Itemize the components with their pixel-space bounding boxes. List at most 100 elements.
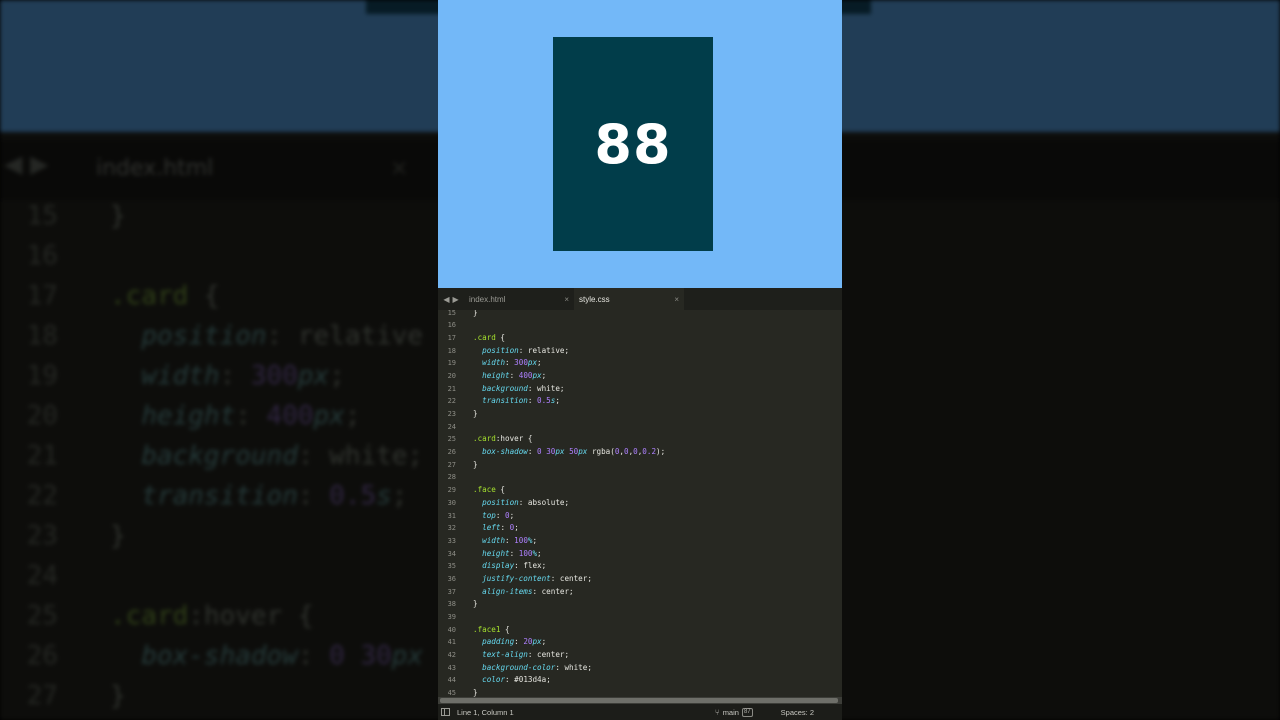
code-code-token: .card xyxy=(473,434,496,444)
code-code-token: ; xyxy=(564,650,570,660)
code-line: 18 position: relative; xyxy=(438,345,842,358)
close-icon[interactable]: × xyxy=(674,295,679,304)
code-code-token: box-shadow xyxy=(482,447,528,457)
code-line-number: 15 xyxy=(447,310,456,317)
code-line: 44 color: #013d4a; xyxy=(438,674,842,687)
code-code-token: : xyxy=(514,561,524,571)
code-code-token: ; xyxy=(559,383,565,393)
code-line: 33 width: 100%; xyxy=(438,535,842,548)
code-code-token: : xyxy=(527,447,538,457)
code-code-token: ; xyxy=(541,637,547,647)
code-code-token: { xyxy=(500,624,510,634)
scrollbar-thumb[interactable] xyxy=(440,698,838,703)
indentation-setting[interactable]: Spaces: 2 xyxy=(781,708,814,717)
code-code-token: relative xyxy=(527,345,565,355)
code-code-token: } xyxy=(473,599,478,609)
code-code-token: absolute xyxy=(527,497,565,507)
code-code-token: .card xyxy=(473,332,496,342)
code-line: 45} xyxy=(438,687,842,697)
chevron-right-icon[interactable]: ▶ xyxy=(453,295,459,304)
code-code-token: flex xyxy=(523,561,542,571)
code-line-number: 32 xyxy=(447,524,456,533)
code-code-token: ; xyxy=(564,497,570,507)
code-code-token: 100 xyxy=(514,535,528,545)
code-line: 39 xyxy=(438,611,842,624)
code-code-token: : xyxy=(527,396,538,406)
code-code-token xyxy=(473,346,482,355)
card[interactable]: 88 xyxy=(553,37,713,251)
code-code-token xyxy=(473,358,482,367)
horizontal-scrollbar[interactable] xyxy=(438,697,842,704)
code-line: 22 transition: 0.5s; xyxy=(438,395,842,408)
code-code-token: : xyxy=(518,345,528,355)
code-code-token xyxy=(473,574,482,583)
code-code-token: center xyxy=(559,573,588,583)
code-code-token xyxy=(473,675,482,684)
code-code-token xyxy=(473,498,482,507)
code-line: 24 xyxy=(438,421,842,434)
code-code-token: } xyxy=(473,310,478,317)
code-code-token: : xyxy=(514,637,524,647)
code-line-number: 37 xyxy=(447,587,456,596)
code-code-token: ); xyxy=(656,447,666,457)
status-bar: Line 1, Column 1 ⑂ main 87 Spaces: 2 xyxy=(438,704,842,720)
code-code-token: { xyxy=(495,485,506,495)
code-code-token: : xyxy=(527,650,538,660)
code-code-token: ; xyxy=(532,535,538,545)
code-code-token: } xyxy=(473,409,478,418)
code-code-token: { xyxy=(495,332,506,342)
code-code-token: position xyxy=(482,497,519,507)
code-line: 23} xyxy=(438,408,842,421)
code-code-token: ; xyxy=(509,510,515,520)
code-code-token: color xyxy=(482,675,506,685)
git-branch[interactable]: ⑂ main 87 xyxy=(715,707,753,717)
code-code-token xyxy=(473,396,482,405)
code-code-token: left xyxy=(482,523,501,533)
code-line: 29 .face { xyxy=(438,484,842,497)
code-line: 31 top: 0; xyxy=(438,510,842,523)
code-line-number: 39 xyxy=(447,613,456,621)
code-line-number: 24 xyxy=(447,422,456,431)
close-icon[interactable]: × xyxy=(564,295,569,304)
code-line-number: 43 xyxy=(447,663,456,672)
branch-count-badge: 87 xyxy=(741,707,753,717)
code-line-number: 19 xyxy=(447,359,456,368)
code-code-token: transition xyxy=(482,396,528,406)
cursor-position[interactable]: Line 1, Column 1 xyxy=(457,708,715,717)
code-code-token: ; xyxy=(537,548,542,558)
code-code-token: 400 xyxy=(518,370,533,380)
code-code-token: center xyxy=(537,650,565,660)
code-line-number: 31 xyxy=(447,511,456,520)
code-code-token: 0.5 xyxy=(537,396,551,406)
code-code-token: 30 xyxy=(546,447,556,457)
code-code-token: : xyxy=(505,358,515,368)
tab-style-css[interactable]: style.css × xyxy=(574,288,684,310)
code-code-token xyxy=(473,549,482,558)
code-code-token: background-color xyxy=(482,662,556,672)
code-line: 21 background: white; xyxy=(438,383,842,396)
code-line-number: 30 xyxy=(447,498,456,507)
code-line: 38} xyxy=(438,598,842,611)
code-line-number: 34 xyxy=(447,549,456,558)
code-code-token xyxy=(473,637,482,646)
code-code-token: ; xyxy=(555,396,560,406)
code-line: 40 .face1 { xyxy=(438,624,842,637)
code-line: 28 xyxy=(438,471,842,484)
code-line-number: 44 xyxy=(447,676,456,685)
code-code-token: } xyxy=(473,459,478,469)
code-line-number: 26 xyxy=(447,448,456,457)
code-lines: 15} 16 17 .card {18 position: relative; 19 w… xyxy=(438,310,842,697)
code-code-token: : xyxy=(509,370,519,380)
code-code-token xyxy=(473,663,482,672)
code-code-token: top xyxy=(482,510,496,520)
code-code-token: 300 xyxy=(514,358,528,368)
code-line-number: 22 xyxy=(447,397,456,406)
code-editor[interactable]: 15} 16 17 .card {18 position: relative; 19 w… xyxy=(438,310,842,697)
chevron-left-icon[interactable]: ◀ xyxy=(443,295,449,304)
tab-index-html[interactable]: index.html × xyxy=(464,288,574,310)
code-line: 36 justify-content: center; xyxy=(438,573,842,586)
panel-toggle-icon[interactable] xyxy=(441,708,450,716)
code-code-token: px xyxy=(532,370,542,380)
code-line: 34 height: 100%; xyxy=(438,548,842,561)
code-line-number: 25 xyxy=(447,435,456,444)
